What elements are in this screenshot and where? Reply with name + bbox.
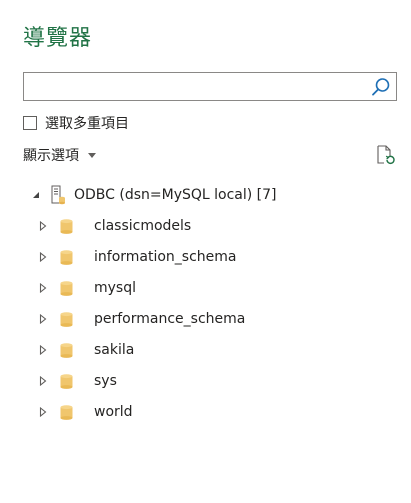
navigator-title: 導覽器 — [23, 26, 93, 51]
tree-item-sakila[interactable]: sakila — [38, 338, 134, 362]
tree-root-odbc[interactable]: ODBC (dsn=MySQL local) [7] — [30, 183, 277, 207]
collapsed-triangle-icon[interactable] — [38, 375, 48, 387]
database-icon — [60, 218, 73, 234]
database-icon — [60, 311, 73, 327]
collapsed-triangle-icon[interactable] — [38, 313, 48, 325]
tree-item-label: mysql — [94, 280, 136, 296]
search-icon[interactable] — [371, 77, 391, 97]
tree-item-mysql[interactable]: mysql — [38, 276, 136, 300]
display-options-label: 顯示選項 — [23, 148, 79, 164]
multi-select-checkbox[interactable] — [23, 116, 37, 130]
search-input[interactable] — [24, 73, 364, 100]
tree-item-label: classicmodels — [94, 218, 192, 234]
display-options-dropdown[interactable]: 顯示選項 — [23, 145, 96, 165]
database-icon — [60, 373, 73, 389]
multi-select-option[interactable]: 選取多重項目 — [23, 114, 129, 132]
collapsed-triangle-icon[interactable] — [38, 251, 48, 263]
caret-down-icon — [88, 152, 96, 158]
tree-item-label: world — [94, 404, 133, 420]
tree-item-classicmodels[interactable]: classicmodels — [38, 214, 191, 238]
server-icon — [50, 185, 66, 205]
tree-item-performance-schema[interactable]: performance_schema — [38, 307, 245, 331]
tree-item-label: performance_schema — [94, 311, 246, 327]
tree-item-information-schema[interactable]: information_schema — [38, 245, 237, 269]
database-icon — [60, 404, 73, 420]
expanded-triangle-icon[interactable] — [30, 189, 42, 201]
tree-root-label: ODBC (dsn=MySQL local) [7] — [74, 187, 277, 203]
tree-item-label: information_schema — [94, 249, 237, 265]
database-icon — [60, 249, 73, 265]
search-box — [23, 72, 397, 101]
collapsed-triangle-icon[interactable] — [38, 344, 48, 356]
collapsed-triangle-icon[interactable] — [38, 406, 48, 418]
refresh-document-icon[interactable] — [374, 144, 396, 166]
tree-item-world[interactable]: world — [38, 400, 133, 424]
database-icon — [60, 280, 73, 296]
tree-item-label: sys — [94, 373, 117, 389]
tree-item-sys[interactable]: sys — [38, 369, 117, 393]
collapsed-triangle-icon[interactable] — [38, 220, 48, 232]
collapsed-triangle-icon[interactable] — [38, 282, 48, 294]
multi-select-label: 選取多重項目 — [45, 116, 129, 132]
tree-item-label: sakila — [94, 342, 135, 358]
database-icon — [60, 342, 73, 358]
